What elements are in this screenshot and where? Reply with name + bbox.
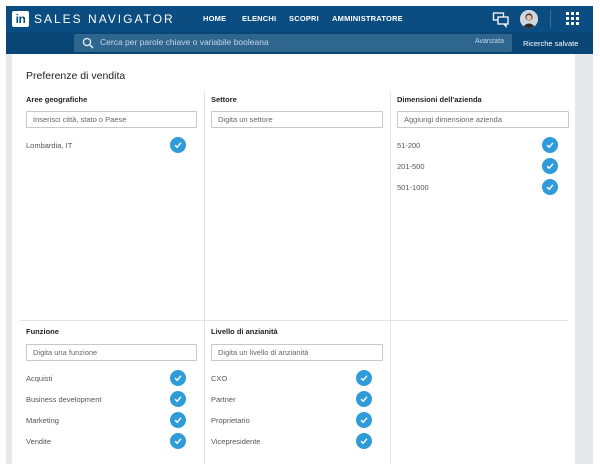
section-title-seniority: Livello di anzianità: [211, 327, 278, 336]
function-item-label: Acquisti: [26, 374, 53, 383]
company-size-input-placeholder: Aggiungi dimensione azienda: [404, 115, 502, 124]
brand-name: SALES NAVIGATOR: [34, 12, 175, 26]
seniority-input[interactable]: Digita un livello di anzianità: [211, 344, 383, 361]
check-icon[interactable]: [356, 433, 372, 449]
user-avatar[interactable]: [520, 10, 538, 28]
section-title-company-size: Dimensioni dell'azienda: [397, 95, 482, 104]
search-input[interactable]: Cerca per parole chiave o variabile bool…: [74, 34, 512, 52]
check-icon[interactable]: [356, 370, 372, 386]
company-size-input[interactable]: Aggiungi dimensione azienda: [397, 111, 569, 128]
nav-lists[interactable]: ELENCHI: [242, 14, 276, 23]
chat-icon[interactable]: [492, 10, 510, 28]
company-size-item-label: 51-200: [397, 141, 421, 150]
geo-input[interactable]: Inserisci città, stato o Paese: [26, 111, 197, 128]
sector-input-placeholder: Digita un settore: [218, 115, 273, 124]
right-gutter: [575, 54, 593, 464]
check-icon[interactable]: [542, 137, 558, 153]
function-input[interactable]: Digita una funzione: [26, 344, 197, 361]
seniority-item-label: Proprietario: [211, 416, 250, 425]
grid-icon[interactable]: [566, 12, 579, 25]
sector-input[interactable]: Digita un settore: [211, 111, 383, 128]
saved-searches-link[interactable]: Ricerche salvate: [523, 39, 578, 48]
left-gutter: [6, 54, 12, 464]
section-title-geo: Aree geografiche: [26, 95, 88, 104]
header-divider: [550, 10, 551, 28]
section-title-function: Funzione: [26, 327, 59, 336]
linkedin-logo[interactable]: in: [12, 11, 29, 27]
seniority-input-placeholder: Digita un livello di anzianità: [218, 348, 309, 357]
check-icon[interactable]: [542, 179, 558, 195]
search-icon: [82, 37, 94, 49]
top-navigation-bar: in SALES NAVIGATOR HOME ELENCHI SCOPRI A…: [6, 6, 593, 32]
company-size-item-label: 501-1000: [397, 183, 429, 192]
company-size-item-label: 201-500: [397, 162, 425, 171]
check-icon[interactable]: [170, 137, 186, 153]
search-placeholder: Cerca per parole chiave o variabile bool…: [100, 37, 269, 47]
function-item-label: Vendite: [26, 437, 52, 446]
seniority-item-label: CXO: [211, 374, 228, 383]
row-divider: [20, 320, 568, 321]
function-item-label: Marketing: [26, 416, 59, 425]
advanced-search-link[interactable]: Avanzata: [475, 38, 504, 45]
check-icon[interactable]: [356, 412, 372, 428]
check-icon[interactable]: [170, 433, 186, 449]
geo-input-placeholder: Inserisci città, stato o Paese: [33, 115, 127, 124]
check-icon[interactable]: [170, 412, 186, 428]
function-item-label: Business development: [26, 395, 102, 404]
section-title-sector: Settore: [211, 95, 237, 104]
nav-admin[interactable]: AMMINISTRATORE: [332, 14, 403, 23]
check-icon[interactable]: [170, 370, 186, 386]
nav-discover[interactable]: SCOPRI: [289, 14, 319, 23]
check-icon[interactable]: [170, 391, 186, 407]
check-icon[interactable]: [356, 391, 372, 407]
function-input-placeholder: Digita una funzione: [33, 348, 98, 357]
check-icon[interactable]: [542, 158, 558, 174]
column-divider: [204, 92, 205, 464]
search-bar: Cerca per parole chiave o variabile bool…: [6, 32, 593, 54]
nav-home[interactable]: HOME: [203, 14, 226, 23]
column-divider: [390, 92, 391, 464]
seniority-item-label: Vicepresidente: [211, 437, 261, 446]
seniority-item-label: Partner: [211, 395, 236, 404]
page-title: Preferenze di vendita: [26, 70, 126, 82]
geo-item-label: Lombardia, IT: [26, 141, 73, 150]
